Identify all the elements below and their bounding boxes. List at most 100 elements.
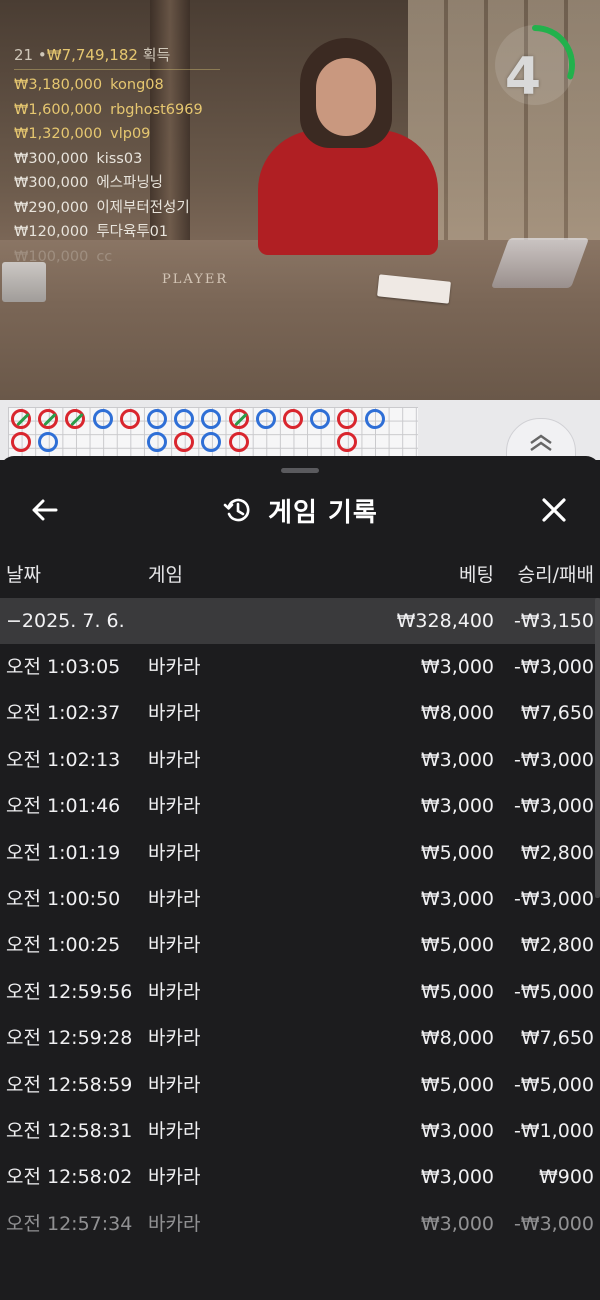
history-bet: ₩3,000 — [420, 1119, 494, 1142]
history-row[interactable]: 오전 1:02:13 바카라 ₩3,000 -₩3,000 — [0, 737, 600, 783]
history-result: -₩3,000 — [513, 795, 594, 818]
winner-amount: ₩100,000 — [14, 248, 89, 265]
winner-amount: ₩120,000 — [14, 224, 89, 240]
winner-name: cc — [96, 248, 113, 265]
history-result: ₩900 — [538, 1166, 594, 1189]
winner-name: kong08 — [110, 77, 164, 93]
history-result: ₩2,800 — [520, 934, 594, 957]
history-result: -₩5,000 — [513, 1073, 594, 1096]
banker-bead — [228, 409, 249, 429]
history-game: 바카라 — [148, 934, 201, 957]
winners-total: ₩7,749,182 — [46, 46, 138, 64]
tie-marker — [43, 412, 57, 427]
winner-entry: ₩3,180,000 kong08 — [14, 73, 220, 98]
countdown-number: 4 — [504, 47, 542, 107]
winners-feed: 21 •₩7,749,182 획득 ₩3,180,000 kong08 ₩1,600… — [14, 44, 220, 269]
winner-entry: ₩100,000 cc — [14, 245, 220, 270]
history-row[interactable]: 오전 12:58:59 바카라 ₩5,000 -₩5,000 — [0, 1062, 600, 1108]
history-game: 바카라 — [148, 841, 201, 864]
history-game: 바카라 — [148, 1166, 201, 1189]
winner-entry: ₩290,000 이제부터전성기 — [14, 196, 220, 221]
history-time: 오전 12:59:56 — [6, 980, 133, 1003]
banker-bead — [228, 432, 249, 452]
winner-entry: ₩120,000 투다육투01 — [14, 220, 220, 245]
chevron-up-icon — [530, 434, 552, 451]
history-time: 오전 1:00:50 — [6, 887, 121, 910]
tie-marker — [233, 412, 248, 427]
history-game: 바카라 — [148, 795, 201, 818]
sheet-grabber[interactable] — [281, 468, 319, 473]
scrollbar[interactable] — [595, 598, 600, 898]
history-result: ₩7,650 — [520, 1027, 594, 1050]
history-bet: ₩3,000 — [420, 795, 494, 818]
history-time: 오전 1:02:13 — [6, 748, 121, 771]
winners-summary: 21 •₩7,749,182 획득 — [14, 44, 220, 70]
history-row[interactable]: 오전 12:59:56 바카라 ₩5,000 -₩5,000 — [0, 969, 600, 1015]
winner-entry: ₩1,600,000 rbghost6969 — [14, 98, 220, 123]
player-bead — [147, 409, 167, 429]
tie-marker — [16, 412, 30, 427]
winner-entry: ₩300,000 kiss03 — [14, 147, 220, 172]
history-row[interactable]: 오전 1:01:46 바카라 ₩3,000 -₩3,000 — [0, 783, 600, 829]
history-result: ₩2,800 — [520, 841, 594, 864]
banker-bead — [119, 409, 140, 429]
history-bet: ₩3,000 — [420, 1212, 494, 1235]
winner-amount: ₩1,600,000 — [14, 101, 103, 118]
winner-amount: ₩300,000 — [14, 175, 89, 191]
history-row[interactable]: 오전 12:58:31 바카라 ₩3,000 -₩1,000 — [0, 1108, 600, 1154]
history-row[interactable]: 오전 12:58:02 바카라 ₩3,000 ₩900 — [0, 1154, 600, 1200]
person-icon: • — [37, 46, 47, 64]
group-result-total: -₩3,150 — [513, 610, 594, 632]
history-time: 오전 1:01:46 — [6, 795, 121, 818]
history-row[interactable]: 오전 1:03:05 바카라 ₩3,000 -₩3,000 — [0, 644, 600, 690]
table-player-label: PLAYER — [162, 272, 229, 287]
winner-name: 이제부터전성기 — [96, 199, 190, 216]
history-time: 오전 1:02:37 — [6, 702, 121, 725]
player-bead — [255, 409, 276, 429]
history-game: 바카라 — [148, 1073, 201, 1096]
winner-entry: ₩300,000 에스파닝닝 — [14, 171, 220, 196]
group-bet-total: ₩328,400 — [396, 610, 494, 632]
close-icon — [542, 498, 566, 522]
winner-name: 투다육투01 — [96, 224, 169, 240]
table-header: 날짜 게임 베팅 승리/패배 — [0, 552, 600, 598]
winners-count: 21 — [14, 46, 34, 64]
history-row[interactable]: 오전 1:01:19 바카라 ₩5,000 ₩2,800 — [0, 830, 600, 876]
col-game: 게임 — [148, 564, 183, 586]
group-date: −2025. 7. 6. — [6, 610, 125, 632]
winners-list: ₩3,180,000 kong08 ₩1,600,000 rbghost6969 ₩1,… — [14, 73, 220, 269]
dealer-body — [258, 130, 438, 255]
history-row[interactable]: 오전 1:00:50 바카라 ₩3,000 -₩3,000 — [0, 876, 600, 922]
history-time: 오전 1:01:19 — [6, 841, 121, 864]
history-result: -₩3,000 — [513, 887, 594, 910]
history-bet: ₩3,000 — [420, 748, 494, 771]
winner-name: rbghost6969 — [110, 101, 203, 118]
history-game: 바카라 — [148, 1027, 201, 1050]
history-row[interactable]: 오전 12:59:28 바카라 ₩8,000 ₩7,650 — [0, 1015, 600, 1061]
winner-entry: ₩1,320,000 vlp09 — [14, 122, 220, 147]
history-row[interactable]: 오전 1:02:37 바카라 ₩8,000 ₩7,650 — [0, 690, 600, 736]
tie-marker — [70, 412, 85, 427]
history-bet: ₩5,000 — [420, 1073, 494, 1096]
history-bet: ₩8,000 — [420, 1027, 494, 1050]
banker-bead — [283, 409, 303, 429]
history-bet: ₩3,000 — [420, 656, 494, 678]
history-bet: ₩5,000 — [420, 980, 494, 1003]
history-row[interactable]: 오전 1:00:25 바카라 ₩5,000 ₩2,800 — [0, 922, 600, 968]
winner-amount: ₩3,180,000 — [14, 77, 103, 93]
history-result: -₩3,000 — [513, 656, 594, 678]
history-game: 바카라 — [148, 1212, 201, 1235]
col-date: 날짜 — [6, 564, 41, 586]
winner-name: 에스파닝닝 — [96, 175, 164, 191]
history-row[interactable]: 오전 12:57:34 바카라 ₩3,000 -₩3,000 — [0, 1201, 600, 1247]
banker-bead — [11, 409, 31, 429]
history-result: -₩1,000 — [513, 1119, 594, 1142]
close-button[interactable] — [534, 490, 574, 530]
history-game: 바카라 — [148, 702, 201, 725]
history-bet: ₩3,000 — [420, 1166, 494, 1189]
history-time: 오전 12:57:34 — [6, 1212, 133, 1235]
date-group-row[interactable]: −2025. 7. 6. ₩328,400 -₩3,150 — [0, 598, 600, 644]
history-game: 바카라 — [148, 748, 201, 771]
history-time: 오전 12:58:02 — [6, 1166, 133, 1189]
history-result: -₩3,000 — [513, 748, 594, 771]
